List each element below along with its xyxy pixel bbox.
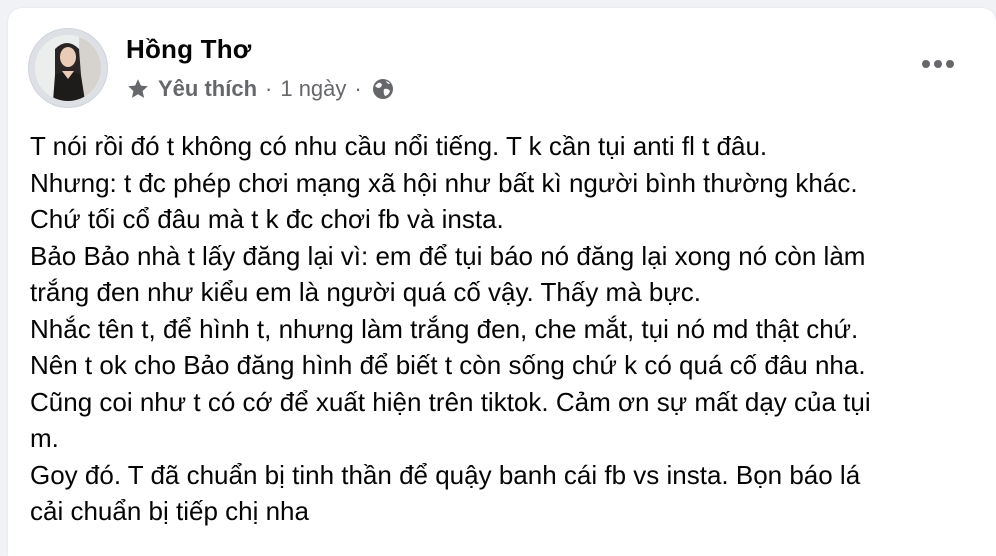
- globe-icon[interactable]: [372, 78, 394, 100]
- post-text-line: cải chuẩn bị tiếp chị nha: [30, 496, 309, 526]
- post-text: T nói rồi đó t không có nhu cầu nổi tiến…: [30, 128, 980, 530]
- post-text-line: Goy đó. T đã chuẩn bị tinh thần để quậy …: [30, 459, 861, 490]
- post-meta: Yêu thích · 1 ngày ·: [126, 74, 394, 104]
- post-text-line: m.: [30, 423, 59, 453]
- meta-separator: ·: [354, 76, 362, 101]
- post-text-line: Chứ tối cổ đâu mà t k đc chơi fb và inst…: [30, 204, 504, 234]
- post-text-line: Nhắc tên t, để hình t, nhưng làm trắng đ…: [30, 313, 859, 344]
- post-card: Hồng Thơ Yêu thích · 1 ngày · T nói rồi …: [8, 8, 996, 556]
- post-timestamp[interactable]: 1 ngày: [280, 76, 346, 102]
- more-options-icon: [922, 60, 954, 68]
- post-text-line: Nên t ok cho Bảo đăng hình để biết t còn…: [30, 350, 866, 380]
- avatar-photo: [35, 35, 101, 101]
- post-text-line: T nói rồi đó t không có nhu cầu nổi tiến…: [30, 131, 768, 161]
- meta-separator: ·: [265, 76, 273, 101]
- star-icon: [128, 79, 148, 98]
- more-options-button[interactable]: [918, 52, 958, 76]
- avatar[interactable]: [28, 28, 108, 108]
- post-text-line: Nhưng: t đc phép chơi mạng xã hội như bấ…: [30, 167, 858, 198]
- post-text-line: trắng đen như kiểu em là người quá cố vậ…: [30, 277, 701, 307]
- badge-label[interactable]: Yêu thích: [158, 76, 257, 102]
- author-name[interactable]: Hồng Thơ: [126, 34, 252, 65]
- post-text-line: Bảo Bảo nhà t lấy đăng lại vì: em để tụi…: [30, 240, 866, 271]
- post-text-line: Cũng coi như t có cớ để xuất hiện trên t…: [30, 386, 871, 417]
